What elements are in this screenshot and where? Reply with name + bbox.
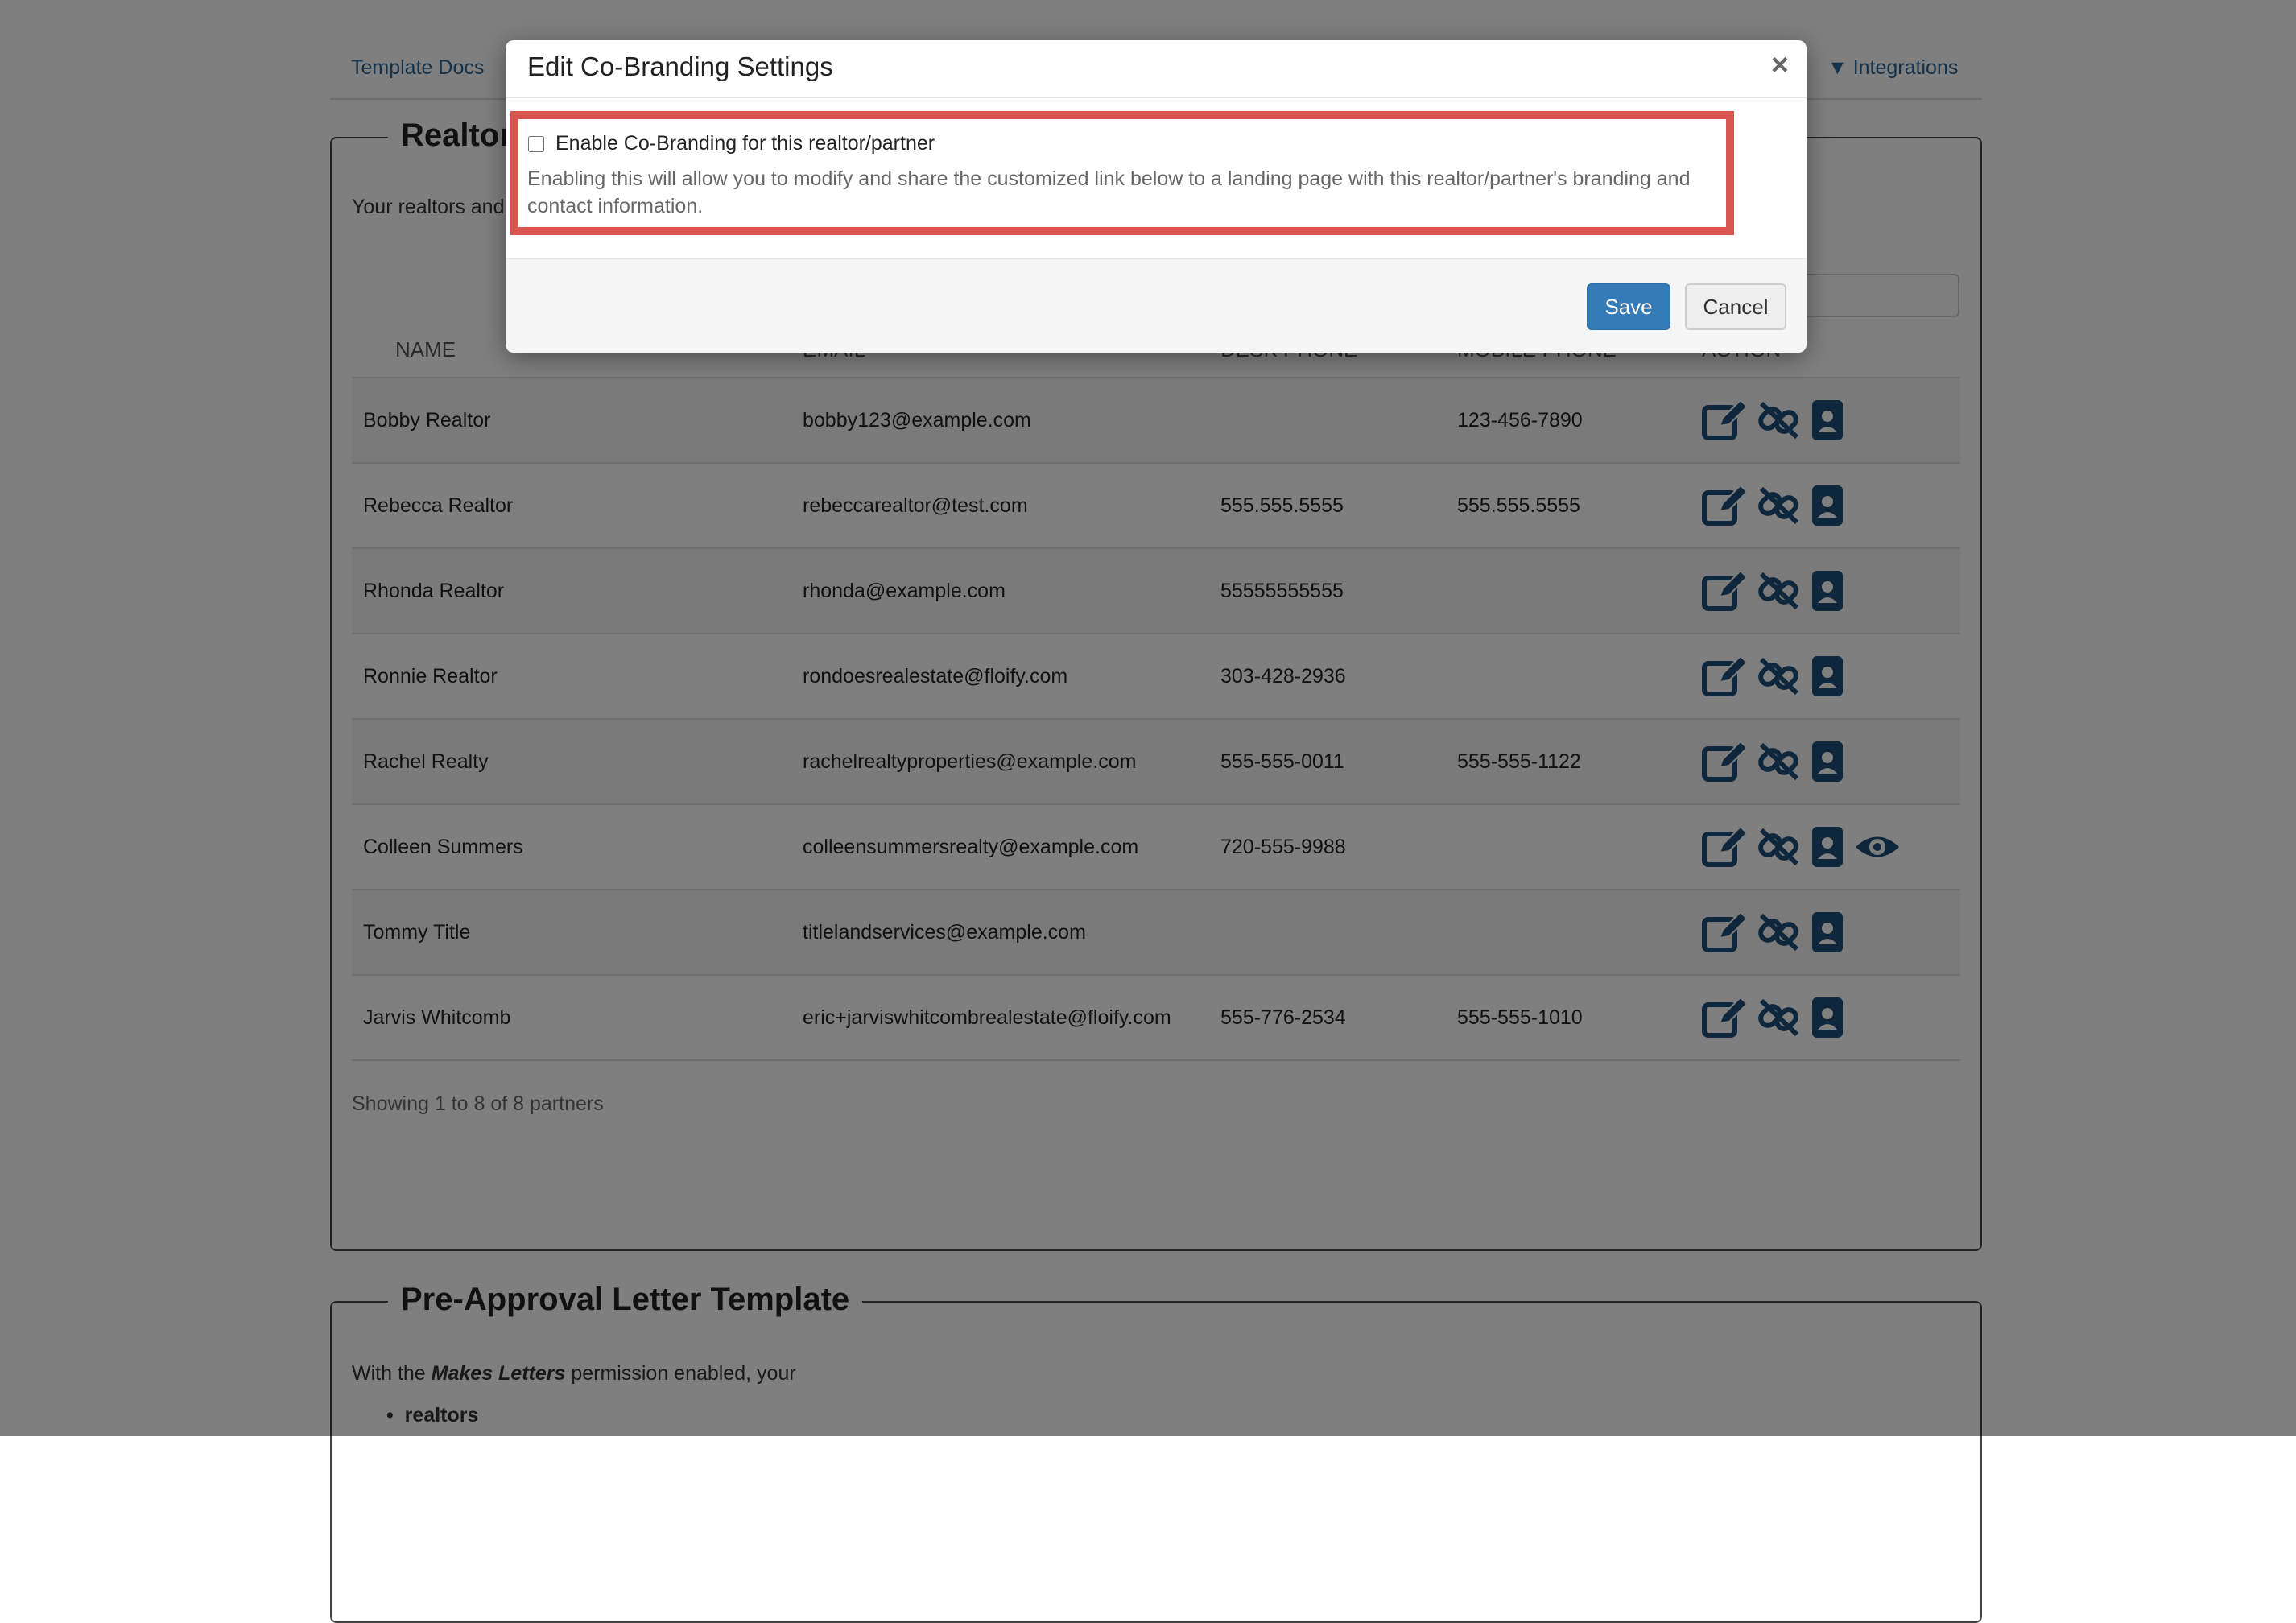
enable-co-branding-checkbox[interactable]: [528, 135, 544, 152]
modal-header: Edit Co-Branding Settings ×: [506, 40, 1807, 98]
save-button[interactable]: Save: [1587, 283, 1670, 330]
modal-footer: Save Cancel: [506, 258, 1807, 353]
cancel-button[interactable]: Cancel: [1685, 283, 1786, 330]
enable-co-branding-label: Enable Co-Branding for this realtor/part…: [555, 132, 935, 155]
enable-co-branding-row[interactable]: Enable Co-Branding for this realtor/part…: [528, 132, 935, 155]
modal-title: Edit Co-Branding Settings: [527, 52, 833, 81]
close-icon[interactable]: ×: [1771, 50, 1789, 81]
co-branding-modal: Edit Co-Branding Settings × Enable Co-Br…: [506, 40, 1807, 353]
co-branding-help-text: Enabling this will allow you to modify a…: [527, 167, 1691, 217]
